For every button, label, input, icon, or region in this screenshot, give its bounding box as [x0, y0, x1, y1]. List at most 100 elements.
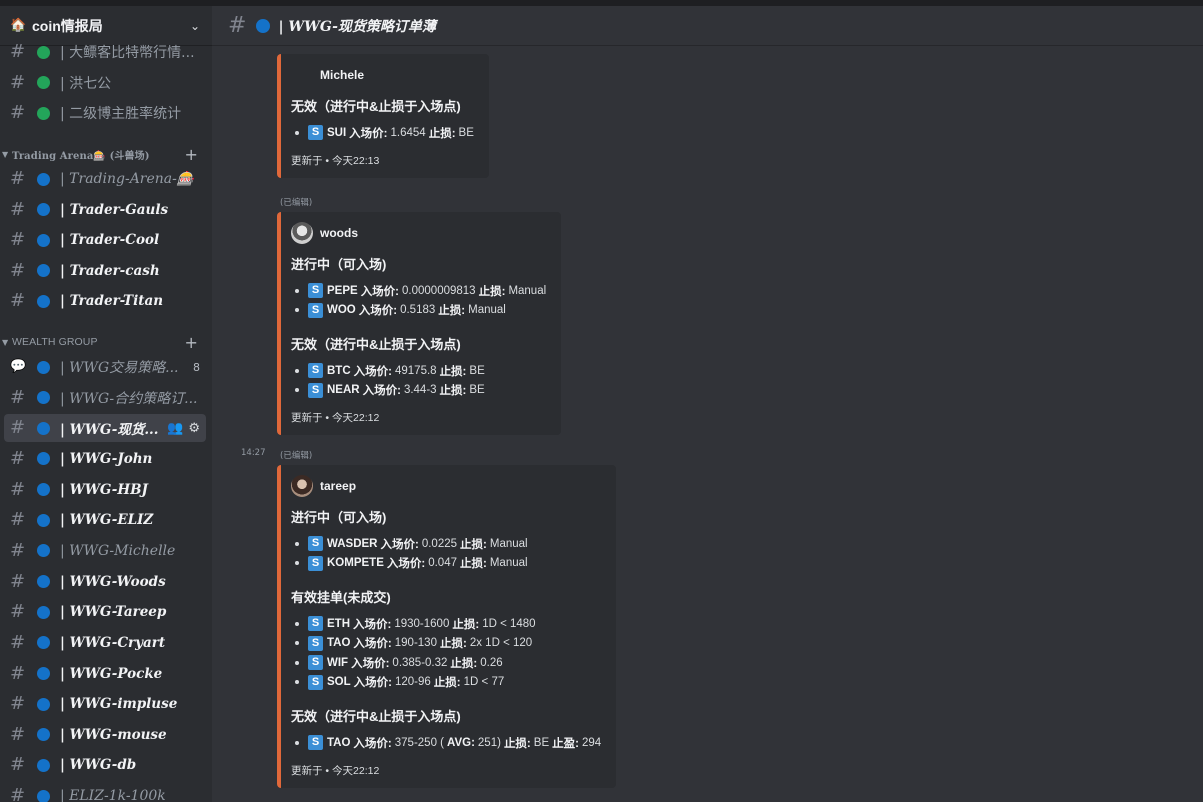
channel-hash-icon: #: [10, 785, 26, 802]
channel-name: | WWG-mouse: [60, 726, 167, 743]
order-list: S ETH 入场价: 1930-1600 止损: 1D < 1480 S TAO 入场价: 190…: [291, 614, 604, 692]
channel-category[interactable]: ▼ Trading Arena🎰 (斗兽场) +: [0, 144, 212, 164]
stop-label: 止损:: [503, 737, 531, 750]
channel-item[interactable]: # | WWG-Pocke: [4, 660, 206, 688]
channel-name: | 洪七公: [60, 75, 112, 92]
channel-item[interactable]: # | WWG-mouse: [4, 721, 206, 749]
channel-hash-icon: #: [10, 601, 26, 623]
channel-item[interactable]: # | WWG-impluse: [4, 690, 206, 718]
avatar[interactable]: [291, 222, 313, 244]
chevron-down-icon[interactable]: ⌄: [190, 19, 200, 33]
gear-icon[interactable]: ⚙: [188, 421, 200, 436]
channel-item[interactable]: # | WWG-HBJ: [4, 476, 206, 504]
entry-label: 入场价:: [360, 285, 400, 298]
channel-tools: 👥 ⚙: [167, 421, 200, 436]
author-name[interactable]: Michele: [320, 68, 364, 82]
bullet: [295, 660, 299, 665]
channel-hash-icon: #: [10, 71, 26, 93]
channel-item[interactable]: # | 洪七公: [4, 69, 206, 97]
blue-circle-icon: [37, 667, 50, 680]
channel-item[interactable]: # | Trader-Gauls: [4, 196, 206, 224]
green-circle-icon: [37, 106, 50, 120]
order-item: S TAO 入场价: 190-130 止损: 2x 1D < 120: [291, 634, 604, 654]
channel-item[interactable]: # | WWG-现货... 👥 ⚙: [4, 414, 206, 443]
order-item: S SOL 入场价: 120-96 止损: 1D < 77: [291, 673, 604, 693]
bullet: [295, 308, 299, 313]
channel-item[interactable]: # | Trader-Titan: [4, 287, 206, 315]
channel-item[interactable]: # | 大鳔客比特幣行情...: [4, 38, 206, 66]
channel-item[interactable]: # | Trading-Arena-🎰: [4, 165, 206, 193]
coin-symbol: TAO: [327, 637, 351, 650]
blue-circle-icon: [37, 728, 50, 742]
entry-label: 入场价:: [353, 365, 392, 378]
blue-circle-icon: [37, 789, 50, 802]
s-emoji-icon: S: [308, 555, 323, 571]
avg-value: 251): [477, 736, 501, 749]
section-title: 有效挂单(未成交): [291, 590, 391, 605]
coin-symbol: SUI: [327, 126, 347, 139]
channel-hash-icon: #: [10, 631, 26, 653]
add-channel-icon[interactable]: +: [184, 145, 198, 164]
chat-area: # | WWG-现货策略订单薄 Michele 无效（进行中&止损于入场点) S SU…: [212, 6, 1203, 802]
channel-item[interactable]: # | 二级博主胜率统计: [4, 99, 206, 127]
order-list: S PEPE 入场价: 0.0000009813 止损: Manual S WOO 入场价: 0.…: [291, 281, 549, 320]
channel-hash-icon: #: [10, 723, 26, 745]
channel-item[interactable]: # | WWG-合约策略订...: [4, 384, 206, 412]
section-title: 无效（进行中&止损于入场点): [291, 337, 461, 352]
channel-item[interactable]: # | WWG-John: [4, 445, 206, 473]
channel-item[interactable]: # | WWG-db: [4, 751, 206, 779]
entry-value: 0.047: [428, 557, 457, 570]
order-item: S SUI 入场价: 1.6454 止损: BE: [291, 123, 477, 143]
channel-item[interactable]: # | WWG-Woods: [4, 568, 206, 596]
channel-hash-icon: #: [10, 509, 26, 531]
channel-name: | Trader-Cool: [60, 232, 160, 248]
stop-value: BE: [469, 384, 485, 397]
blue-circle-icon: [37, 203, 50, 216]
channel-item[interactable]: 💬 | WWG交易策略... 8: [4, 353, 206, 381]
coin-symbol: BTC: [327, 364, 351, 377]
add-member-icon[interactable]: 👥: [167, 421, 183, 436]
entry-value: 3.44-3: [403, 384, 437, 397]
embed-footer: 更新于 • 今天22:13: [291, 154, 380, 167]
category-name: Trading Arena🎰 (斗兽场): [12, 150, 150, 162]
order-item: S NEAR 入场价: 3.44-3 止损: BE: [291, 381, 549, 401]
message-embed: woods 进行中（可入场) S PEPE 入场价: 0.0000009813 止损: Man…: [277, 212, 562, 435]
channel-item[interactable]: # | ELIZ-1k-100k: [4, 782, 206, 802]
channel-item[interactable]: # | Trader-Cool: [4, 226, 206, 254]
channel-name: | WWG-Tareep: [60, 604, 167, 621]
channel-category[interactable]: ▼ WEALTH GROUP +: [0, 332, 212, 352]
add-channel-icon[interactable]: +: [184, 333, 198, 352]
blue-circle-icon: [37, 758, 50, 772]
channel-item[interactable]: # | Trader-cash: [4, 257, 206, 285]
stop-value: BE: [533, 736, 550, 749]
author-name[interactable]: woods: [320, 226, 358, 240]
stop-value: 1D < 77: [463, 676, 505, 689]
channel-sidebar: 🏠 coin情报局 ⌄ # | 大鳔客比特幣行情... # | 洪七公 # | 二级博主胜…: [0, 6, 212, 802]
category-name: WEALTH GROUP: [12, 336, 98, 348]
stop-value: 0.26: [480, 656, 503, 669]
blue-circle-icon: [37, 172, 50, 186]
author-name[interactable]: tareep: [320, 479, 356, 493]
bullet: [295, 740, 299, 745]
stop-label: 止损:: [478, 285, 506, 298]
channel-name: | WWG-Pocke: [60, 665, 163, 682]
avatar[interactable]: [291, 475, 313, 497]
channel-name: | Trader-Titan: [60, 293, 164, 309]
bullet: [295, 388, 299, 393]
channel-item[interactable]: # | WWG-Tareep: [4, 598, 206, 626]
message-embed: Michele 无效（进行中&止损于入场点) S SUI 入场价: 1.6454 止损: BE…: [277, 54, 489, 178]
entry-label: 入场价:: [353, 677, 392, 690]
channel-item[interactable]: # | WWG-Cryart: [4, 629, 206, 657]
coin-symbol: SOL: [327, 676, 351, 689]
channel-item[interactable]: # | WWG-Michelle: [4, 537, 206, 565]
embed-author: woods: [291, 222, 549, 244]
channel-hash-icon: #: [10, 290, 26, 311]
entry-value: 0.0225: [421, 537, 458, 550]
bullet: [295, 561, 299, 566]
stop-value: Manual: [489, 537, 528, 550]
channel-item[interactable]: # | WWG-ELIZ: [4, 506, 206, 534]
coin-symbol: PEPE: [327, 284, 358, 297]
channel-name: | Trader-Gauls: [60, 201, 169, 218]
avatar[interactable]: [291, 64, 313, 86]
entry-label: 入场价:: [380, 538, 419, 551]
